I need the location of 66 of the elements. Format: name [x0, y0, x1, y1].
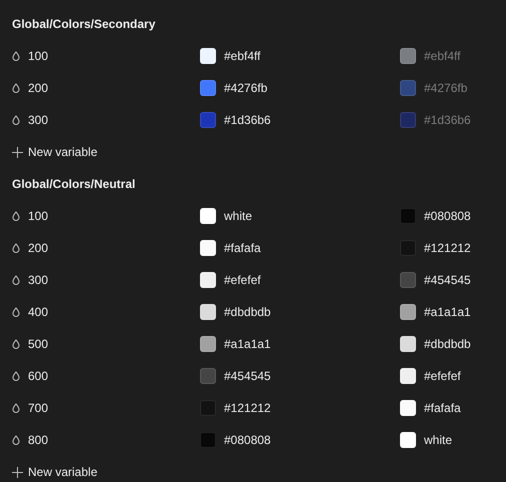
drop-icon: [12, 114, 20, 126]
drop-icon: [12, 402, 20, 414]
variable-name[interactable]: 500: [28, 335, 48, 353]
color-value[interactable]: #121212: [424, 239, 471, 257]
group-title: Global/Colors/Secondary: [12, 16, 156, 33]
variable-name[interactable]: 200: [28, 239, 48, 257]
color-swatch[interactable]: [200, 432, 216, 448]
color-swatch[interactable]: [200, 336, 216, 352]
drop-icon: [12, 274, 20, 286]
color-swatch[interactable]: [400, 368, 416, 384]
color-swatch[interactable]: [400, 432, 416, 448]
color-swatch[interactable]: [200, 400, 216, 416]
color-swatch[interactable]: [200, 48, 216, 64]
color-swatch[interactable]: [400, 336, 416, 352]
color-value[interactable]: #dbdbdb: [424, 335, 471, 353]
variable-name[interactable]: 800: [28, 431, 48, 449]
color-value[interactable]: #4276fb: [224, 79, 268, 97]
color-swatch[interactable]: [400, 208, 416, 224]
drop-icon: [12, 306, 20, 318]
variable-name[interactable]: 400: [28, 303, 48, 321]
color-value[interactable]: #fafafa: [224, 239, 261, 257]
variable-name[interactable]: 100: [28, 207, 48, 225]
plus-icon: [12, 146, 23, 158]
color-value[interactable]: #efefef: [224, 271, 261, 289]
variable-name[interactable]: 300: [28, 271, 48, 289]
color-swatch[interactable]: [400, 272, 416, 288]
color-value[interactable]: #080808: [224, 431, 271, 449]
color-swatch[interactable]: [400, 304, 416, 320]
color-value[interactable]: #efefef: [424, 367, 461, 385]
color-value[interactable]: white: [424, 431, 452, 449]
new-variable-button[interactable]: New variable: [12, 143, 98, 161]
color-value[interactable]: #a1a1a1: [424, 303, 471, 321]
color-value[interactable]: #1d36b6: [224, 111, 271, 129]
color-swatch[interactable]: [200, 208, 216, 224]
variable-name[interactable]: 600: [28, 367, 48, 385]
drop-icon: [12, 82, 20, 94]
color-swatch[interactable]: [200, 368, 216, 384]
color-swatch[interactable]: [200, 80, 216, 96]
color-value[interactable]: #ebf4ff: [224, 47, 260, 65]
drop-icon: [12, 434, 20, 446]
color-swatch[interactable]: [200, 112, 216, 128]
group-title: Global/Colors/Neutral: [12, 176, 136, 193]
color-value[interactable]: #a1a1a1: [224, 335, 271, 353]
color-swatch[interactable]: [400, 240, 416, 256]
drop-icon: [12, 370, 20, 382]
color-swatch[interactable]: [200, 304, 216, 320]
color-value[interactable]: #fafafa: [424, 399, 461, 417]
plus-icon: [12, 466, 23, 478]
variable-name[interactable]: 700: [28, 399, 48, 417]
drop-icon: [12, 338, 20, 350]
color-swatch[interactable]: [200, 240, 216, 256]
drop-icon: [12, 242, 20, 254]
color-value[interactable]: white: [224, 207, 252, 225]
color-value[interactable]: #454545: [424, 271, 471, 289]
color-swatch[interactable]: [400, 400, 416, 416]
color-swatch[interactable]: [200, 272, 216, 288]
drop-icon: [12, 50, 20, 62]
color-value[interactable]: #454545: [224, 367, 271, 385]
color-value[interactable]: #dbdbdb: [224, 303, 271, 321]
color-value[interactable]: #080808: [424, 207, 471, 225]
variable-name[interactable]: 200: [28, 79, 48, 97]
new-variable-button[interactable]: New variable: [12, 463, 98, 481]
variable-name[interactable]: 300: [28, 111, 48, 129]
color-value[interactable]: #121212: [224, 399, 271, 417]
drop-icon: [12, 210, 20, 222]
variable-name[interactable]: 100: [28, 47, 48, 65]
